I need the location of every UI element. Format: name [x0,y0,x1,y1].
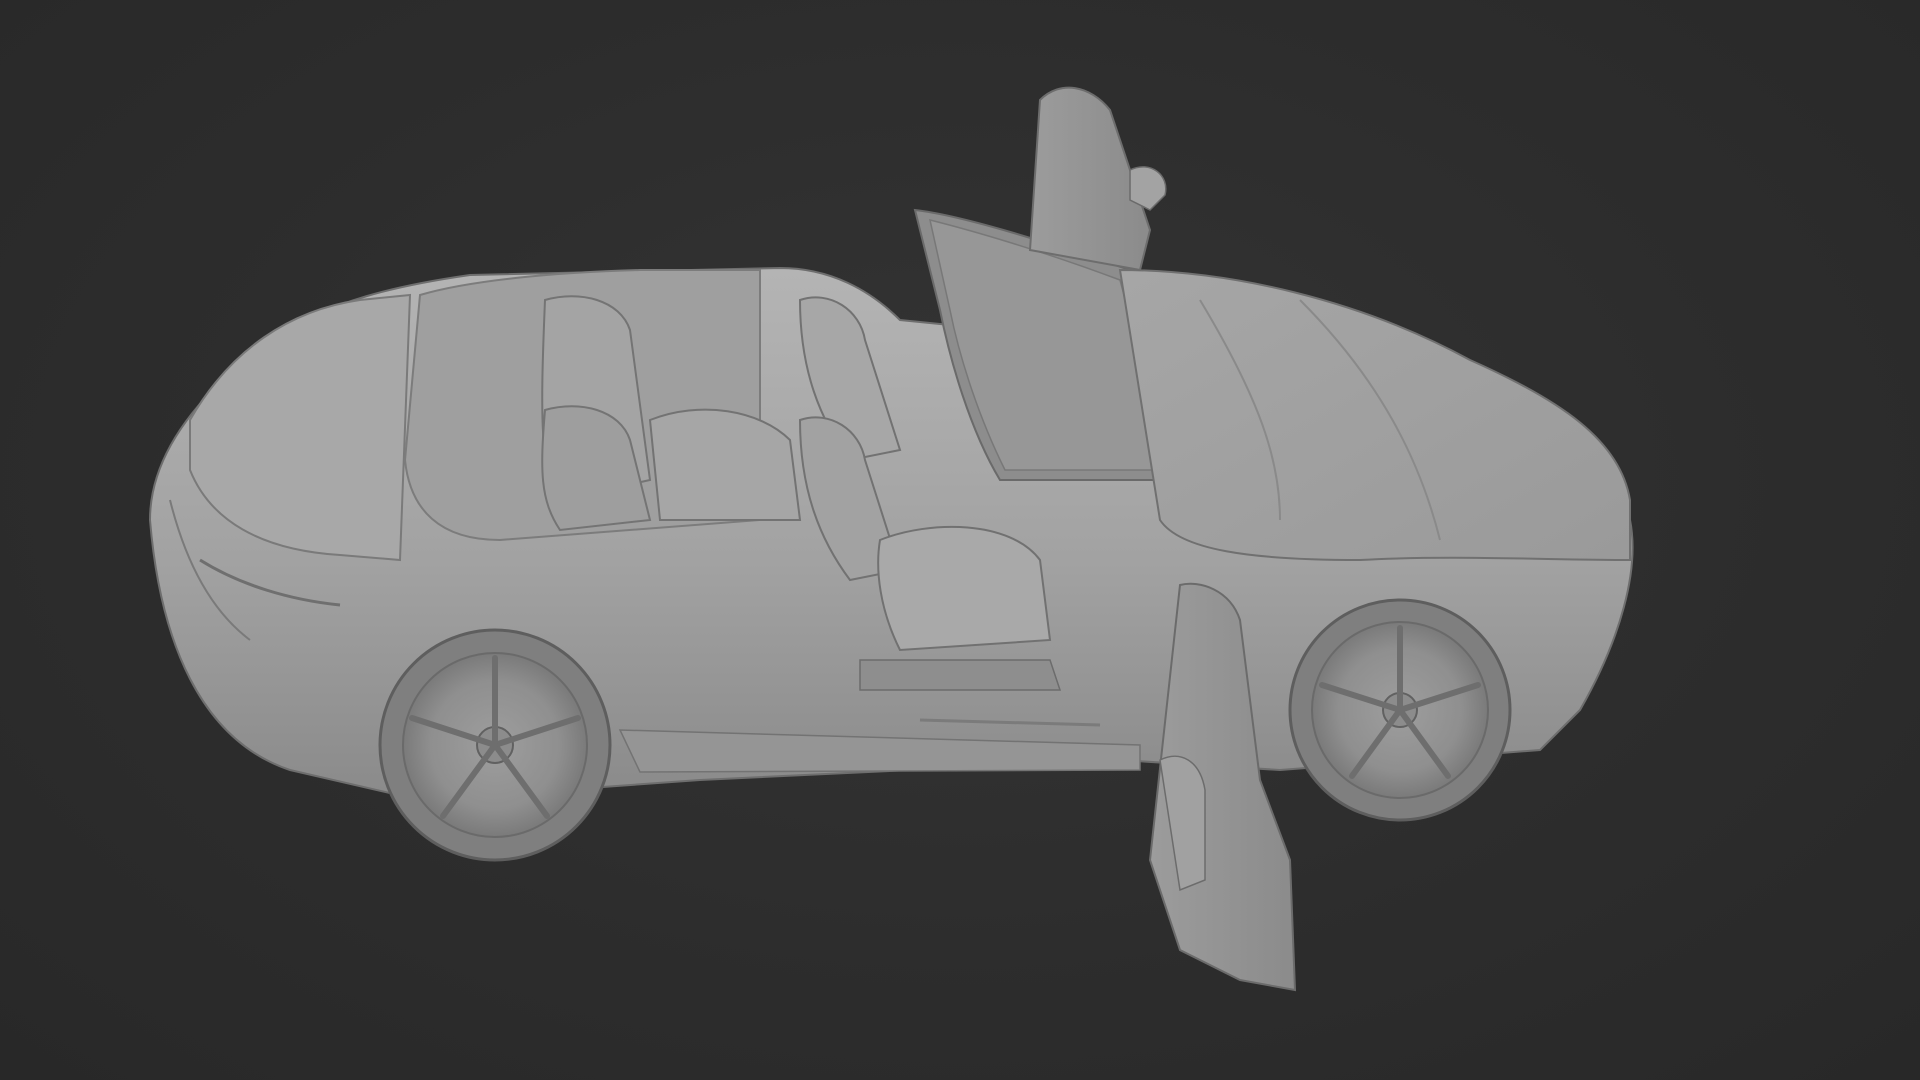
car-model[interactable] [0,0,1920,1080]
rear-door-open [1028,86,1167,272]
rear-wheel [378,628,612,862]
hood [1118,268,1631,562]
3d-viewport[interactable] [0,0,1920,1080]
front-wheel [1288,598,1512,822]
